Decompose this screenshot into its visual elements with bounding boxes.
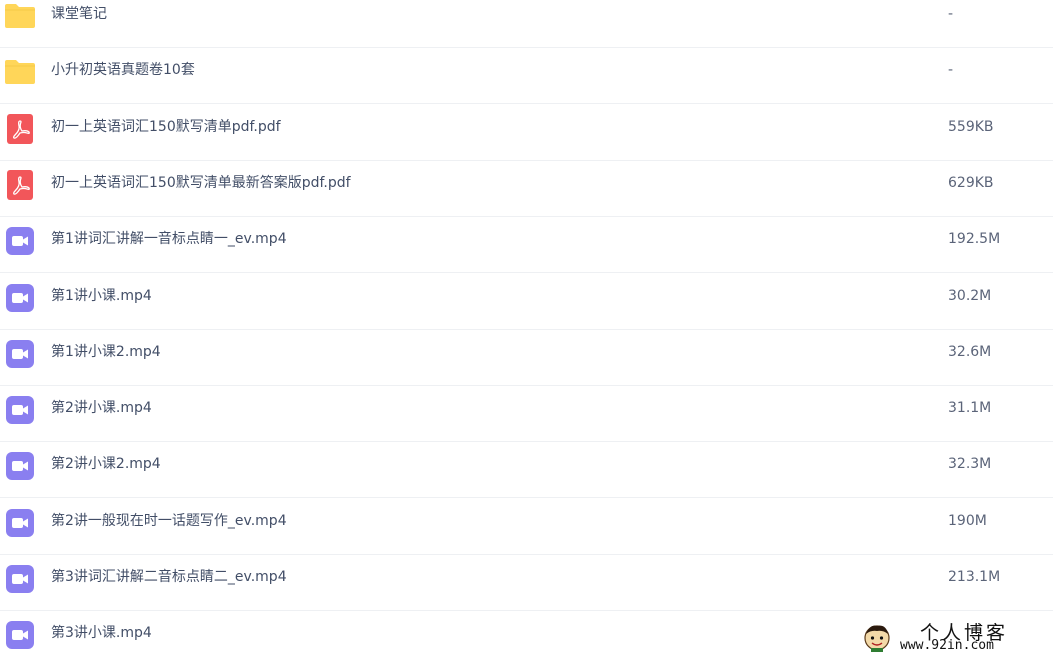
file-name: 第3讲词汇讲解二音标点睛二_ev.mp4 [51,569,287,585]
file-row-9[interactable]: 第2讲小课2.mp4 32.3M [0,442,1053,498]
cartoon-face-icon [864,625,890,652]
file-row-1[interactable]: 课堂笔记 - [0,0,1053,48]
video-icon [6,452,34,480]
file-name: 第1讲小课.mp4 [51,288,152,304]
file-size: 629KB [948,175,994,191]
file-size: 30.2M [948,288,992,304]
file-row-6[interactable]: 第1讲小课.mp4 30.2M [0,274,1053,330]
file-row-7[interactable]: 第1讲小课2.mp4 32.6M [0,330,1053,386]
video-icon [6,340,34,368]
file-row-3[interactable]: 初一上英语词汇150默写清单pdf.pdf 559KB [0,105,1053,161]
file-row-2[interactable]: 小升初英语真题卷10套 - [0,48,1053,104]
file-row-4[interactable]: 初一上英语词汇150默写清单最新答案版pdf.pdf 629KB [0,161,1053,217]
video-icon [6,284,34,312]
file-row-5[interactable]: 第1讲词汇讲解一音标点睛一_ev.mp4 192.5M [0,217,1053,273]
file-row-10[interactable]: 第2讲一般现在时一话题写作_ev.mp4 190M [0,499,1053,555]
file-size: 32.6M [948,344,992,360]
file-size: - [948,62,954,78]
file-name: 课堂笔记 [51,6,107,22]
file-list: 课堂笔记 - 小升初英语真题卷10套 - 初一上英语词汇150默写清单pdf.p… [0,0,1053,659]
file-size: 192.5M [948,231,1001,247]
file-size: 213.1M [948,569,1001,585]
file-name: 小升初英语真题卷10套 [51,62,195,78]
file-size: 32.3M [948,456,992,472]
file-name: 第1讲小课2.mp4 [51,344,161,360]
file-size: 31.1M [948,400,992,416]
file-name: 第1讲词汇讲解一音标点睛一_ev.mp4 [51,231,287,247]
file-name: 第3讲小课.mp4 [51,625,152,641]
pdf-icon [7,114,33,144]
file-name: 第2讲小课.mp4 [51,400,152,416]
video-icon [6,227,34,255]
video-icon [6,565,34,593]
watermark-url: www.92in.com [900,638,994,653]
file-name: 第2讲小课2.mp4 [51,456,161,472]
video-icon [6,621,34,649]
file-name: 第2讲一般现在时一话题写作_ev.mp4 [51,513,287,529]
blog-watermark: 个人博客 www.92in.com [860,618,1050,658]
file-size: - [948,6,954,22]
file-name: 初一上英语词汇150默写清单最新答案版pdf.pdf [51,175,351,191]
file-name: 初一上英语词汇150默写清单pdf.pdf [51,119,281,135]
pdf-icon [7,170,33,200]
file-row-8[interactable]: 第2讲小课.mp4 31.1M [0,386,1053,442]
video-icon [6,509,34,537]
file-row-11[interactable]: 第3讲词汇讲解二音标点睛二_ev.mp4 213.1M [0,555,1053,611]
file-size: 190M [948,513,987,529]
video-icon [6,396,34,424]
folder-icon [5,4,35,28]
file-size: 559KB [948,119,994,135]
folder-icon [5,60,35,84]
